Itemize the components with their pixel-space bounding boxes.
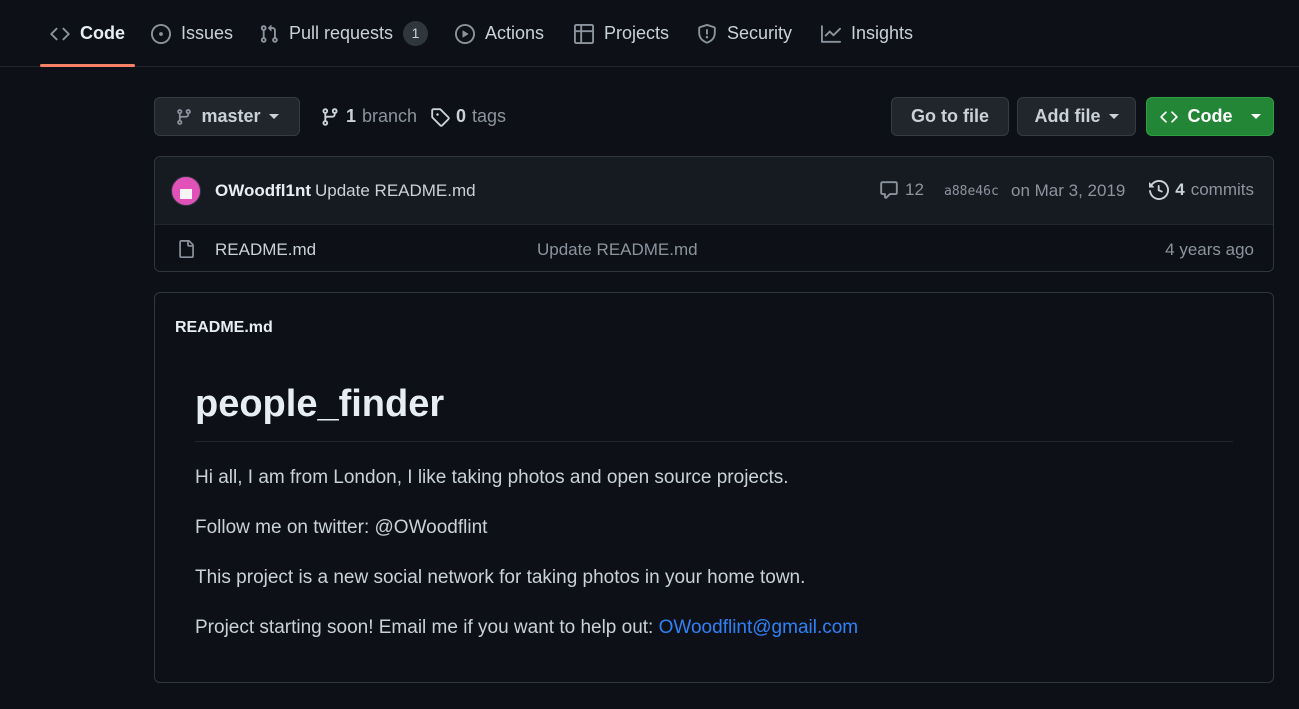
history-icon xyxy=(1149,180,1170,200)
code-icon xyxy=(1159,110,1178,123)
code-icon xyxy=(50,27,70,40)
readme-paragraph: Follow me on twitter: @OWoodflint xyxy=(195,517,488,538)
readme-panel: README.md people_finder Hi all, I am fro… xyxy=(154,292,1274,683)
play-icon xyxy=(455,23,475,44)
commit-message[interactable]: Update README.md xyxy=(315,181,476,201)
commit-history-link[interactable]: 4 commits xyxy=(1149,180,1254,200)
readme-heading: people_finder xyxy=(195,383,445,425)
chevron-down-icon xyxy=(1108,114,1119,119)
table-icon xyxy=(574,23,594,44)
tab-actions[interactable]: Actions xyxy=(455,0,544,67)
tab-insights[interactable]: Insights xyxy=(821,0,913,67)
tag-icon xyxy=(431,107,450,127)
readme-paragraph: Project starting soon! Email me if you w… xyxy=(195,617,858,639)
tab-insights-label: Insights xyxy=(851,23,914,43)
commit-sha-link[interactable]: a88e46c xyxy=(944,184,999,199)
divider xyxy=(195,441,1233,442)
add-file-label: Add file xyxy=(1034,106,1101,126)
tab-code-label: Code xyxy=(80,23,125,43)
go-to-file-label: Go to file xyxy=(911,106,989,126)
comment-icon xyxy=(880,181,898,199)
readme-filename-link[interactable]: README.md xyxy=(175,319,273,337)
tab-code[interactable]: Code xyxy=(40,0,135,67)
tab-pull-requests[interactable]: Pull requests 1 xyxy=(259,0,429,67)
file-row: README.md Update README.md 4 years ago xyxy=(155,225,1273,271)
tags-link[interactable]: 0 tags xyxy=(430,97,506,136)
branch-count: 1 xyxy=(346,106,357,126)
tab-security-label: Security xyxy=(727,23,793,43)
git-branch-icon xyxy=(177,108,192,125)
readme-email-prefix: Project starting soon! Email me if you w… xyxy=(195,617,659,638)
email-link[interactable]: OWoodflint@gmail.com xyxy=(659,617,859,638)
tag-count: 0 xyxy=(456,106,467,126)
branch-select-button[interactable]: master xyxy=(154,97,300,136)
pull-requests-count-badge: 1 xyxy=(403,21,429,46)
tab-issues[interactable]: Issues xyxy=(151,0,233,67)
issue-opened-icon xyxy=(151,23,171,44)
chevron-down-icon xyxy=(268,114,279,119)
branch-count-label: branch xyxy=(362,106,418,126)
commit-author[interactable]: OWoodfl1nt xyxy=(215,181,311,201)
tag-count-label: tags xyxy=(472,106,507,126)
code-dropdown-button[interactable]: Code xyxy=(1146,97,1274,136)
tab-projects[interactable]: Projects xyxy=(574,0,669,67)
avatar[interactable] xyxy=(171,176,201,206)
branch-name: master xyxy=(201,106,261,126)
tab-pull-requests-label: Pull requests xyxy=(289,23,394,43)
latest-commit-bar: OWoodfl1nt Update README.md 12 a88e46c o… xyxy=(155,157,1273,225)
commit-count: 4 xyxy=(1175,180,1185,199)
graph-icon xyxy=(821,24,841,43)
tab-issues-label: Issues xyxy=(181,23,234,43)
readme-paragraph: This project is a new social network for… xyxy=(195,567,806,588)
file-list: OWoodfl1nt Update README.md 12 a88e46c o… xyxy=(154,156,1274,272)
commit-count-label: commits xyxy=(1190,180,1254,199)
chevron-down-icon xyxy=(1250,114,1261,119)
file-commit-message-link[interactable]: Update README.md xyxy=(537,240,698,260)
pull-request-icon xyxy=(260,24,278,43)
tab-projects-label: Projects xyxy=(604,23,670,43)
comment-count: 12 xyxy=(905,180,924,199)
file-icon xyxy=(179,240,194,258)
shield-icon xyxy=(698,23,716,44)
git-branch-icon xyxy=(322,107,338,126)
branches-link[interactable]: 1 branch xyxy=(320,97,417,136)
readme-paragraph: Hi all, I am from London, I like taking … xyxy=(195,467,789,488)
commit-date: on Mar 3, 2019 xyxy=(1011,181,1126,200)
file-age: 4 years ago xyxy=(1165,240,1254,259)
repo-nav: Code Issues Pull requests 1 Actions Proj… xyxy=(0,0,1299,67)
go-to-file-button[interactable]: Go to file xyxy=(891,97,1009,136)
add-file-button[interactable]: Add file xyxy=(1017,97,1136,136)
tab-actions-label: Actions xyxy=(485,23,545,43)
commit-comments-link[interactable]: 12 xyxy=(879,180,924,200)
file-name-link[interactable]: README.md xyxy=(215,240,316,260)
code-button-label: Code xyxy=(1187,106,1233,126)
tab-security[interactable]: Security xyxy=(697,0,792,67)
